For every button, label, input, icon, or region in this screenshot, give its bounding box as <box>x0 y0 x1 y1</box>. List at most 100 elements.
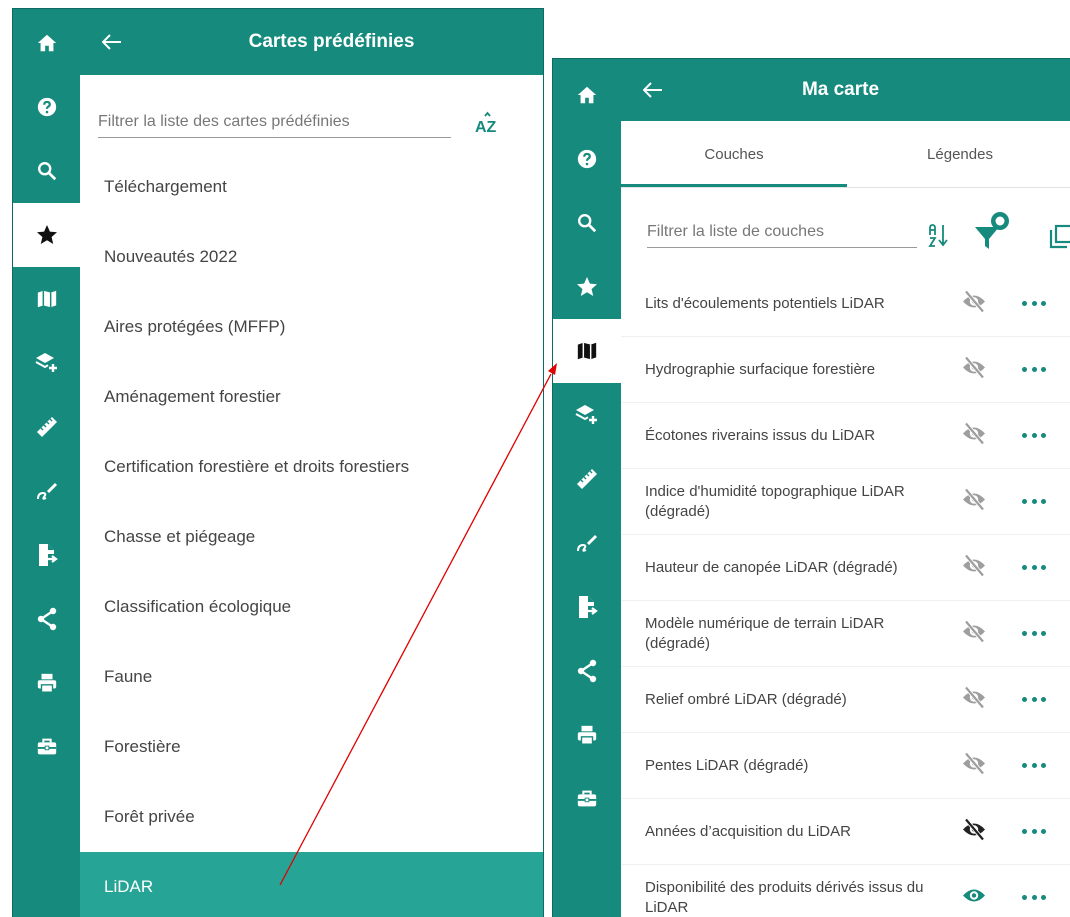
rail-button-share[interactable] <box>13 587 80 651</box>
list-item[interactable]: LiDAR <box>80 852 543 917</box>
more-options-icon[interactable] <box>1022 563 1046 573</box>
more-options-icon[interactable] <box>1022 497 1046 507</box>
rail-button-search[interactable] <box>13 139 80 203</box>
layer-name: Relief ombré LiDAR (dégradé) <box>645 690 847 708</box>
rail-button-map[interactable] <box>13 267 80 331</box>
home-icon <box>576 84 598 106</box>
rail-button-share[interactable] <box>553 639 621 703</box>
layers-copy-icon <box>1049 224 1070 249</box>
eye-slash-icon[interactable] <box>962 487 986 515</box>
rail-button-star[interactable] <box>553 255 621 319</box>
list-item[interactable]: Forestière <box>80 712 543 782</box>
side-toolbar <box>13 9 80 917</box>
list-item[interactable]: Téléchargement <box>80 152 543 222</box>
layer-row: Modèle numérique de terrain LiDAR (dégra… <box>621 601 1070 667</box>
rail-button-print[interactable] <box>13 651 80 715</box>
layer-name: Pentes LiDAR (dégradé) <box>645 756 809 774</box>
eye-slash-icon[interactable] <box>962 751 986 779</box>
list-item[interactable]: Faune <box>80 642 543 712</box>
list-item[interactable]: Classification écologique <box>80 572 543 642</box>
list-item-label: Aires protégées (MFFP) <box>104 317 286 336</box>
layer-row: Lits d'écoulements potentiels LiDAR <box>621 271 1070 337</box>
more-options-icon[interactable] <box>1022 761 1046 771</box>
more-options-icon[interactable] <box>1022 299 1046 309</box>
more-options-icon[interactable] <box>1022 827 1046 837</box>
rail-button-print[interactable] <box>553 703 621 767</box>
list-item[interactable]: Certification forestière et droits fores… <box>80 432 543 502</box>
draw-icon <box>35 479 59 503</box>
rail-button-draw[interactable] <box>553 511 621 575</box>
filter-layers-input[interactable]: Filtrer la liste de couches <box>647 223 917 248</box>
more-options-icon[interactable] <box>1022 893 1046 903</box>
rail-button-help[interactable] <box>13 75 80 139</box>
sort-layers-button[interactable] <box>927 221 953 249</box>
layer-row: Indice d'humidité topographique LiDAR (d… <box>621 469 1070 535</box>
help-icon <box>576 148 598 170</box>
list-item[interactable]: Chasse et piégeage <box>80 502 543 572</box>
layer-name: Hauteur de canopée LiDAR (dégradé) <box>645 558 898 576</box>
rail-button-map[interactable] <box>553 319 621 383</box>
eye-slash-icon[interactable] <box>962 553 986 581</box>
eye-slash-icon[interactable] <box>962 817 986 845</box>
list-item-label: Aménagement forestier <box>104 387 281 406</box>
tab-legendes[interactable]: Légendes <box>847 121 1070 187</box>
layer-name: Hydrographie surfacique forestière <box>645 360 876 378</box>
list-item-label: Forestière <box>104 737 181 756</box>
rail-button-star[interactable] <box>13 203 80 267</box>
layer-name: Lits d'écoulements potentiels LiDAR <box>645 294 885 312</box>
rail-button-draw[interactable] <box>13 459 80 523</box>
filter-maps-input[interactable]: Filtrer la liste des cartes prédéfinies <box>98 113 451 138</box>
layer-row: Hydrographie surfacique forestière <box>621 337 1070 403</box>
ruler-icon <box>575 467 599 491</box>
more-options-icon[interactable] <box>1022 629 1046 639</box>
print-icon <box>36 672 58 694</box>
eye-slash-icon[interactable] <box>962 355 986 383</box>
sort-az-button[interactable]: AZ <box>474 109 504 139</box>
eye-slash-icon[interactable] <box>962 421 986 449</box>
rail-button-ruler[interactable] <box>553 447 621 511</box>
layer-row: Relief ombré LiDAR (dégradé) <box>621 667 1070 733</box>
rail-button-toolbox[interactable] <box>553 767 621 831</box>
rail-button-home[interactable] <box>13 11 80 75</box>
list-item[interactable]: Aires protégées (MFFP) <box>80 292 543 362</box>
share-icon <box>36 607 58 631</box>
arrow-left-icon <box>102 34 121 50</box>
list-item-label: Chasse et piégeage <box>104 527 256 546</box>
list-item-label: LiDAR <box>104 877 154 896</box>
export-file-icon <box>36 543 58 567</box>
more-options-icon[interactable] <box>1022 695 1046 705</box>
back-button[interactable] <box>102 9 122 75</box>
eye-slash-icon[interactable] <box>962 289 986 317</box>
layer-list: Lits d'écoulements potentiels LiDAR Hydro… <box>621 271 1070 917</box>
rail-button-add-layer[interactable] <box>553 383 621 447</box>
visible-layers-filter-button[interactable] <box>971 209 1011 251</box>
list-item-label: Certification forestière et droits fores… <box>104 457 410 476</box>
add-layer-icon <box>35 351 59 375</box>
more-options-icon[interactable] <box>1022 365 1046 375</box>
rail-button-toolbox[interactable] <box>13 715 80 779</box>
rail-button-home[interactable] <box>553 63 621 127</box>
eye-slash-icon[interactable] <box>962 685 986 713</box>
panel-header: Ma carte <box>621 59 1070 121</box>
rail-button-search[interactable] <box>553 191 621 255</box>
panel-title: Cartes prédéfinies <box>248 31 415 52</box>
add-layer-icon <box>575 403 599 427</box>
rail-button-help[interactable] <box>553 127 621 191</box>
eye-slash-icon[interactable] <box>962 619 986 647</box>
list-item[interactable]: Nouveautés 2022 <box>80 222 543 292</box>
rail-button-ruler[interactable] <box>13 395 80 459</box>
eye-icon[interactable] <box>962 886 986 909</box>
search-icon <box>576 212 598 234</box>
list-item[interactable]: Forêt privée <box>80 782 543 852</box>
rail-button-export-file[interactable] <box>13 523 80 587</box>
more-options-icon[interactable] <box>1022 431 1046 441</box>
list-item-label: Faune <box>104 667 153 686</box>
list-item[interactable]: Aménagement forestier <box>80 362 543 432</box>
layer-row: Années d’acquisition du LiDAR <box>621 799 1070 865</box>
rail-button-add-layer[interactable] <box>13 331 80 395</box>
filter-eye-icon <box>975 212 1009 249</box>
rail-button-export-file[interactable] <box>553 575 621 639</box>
panel-title: Ma carte <box>801 79 880 100</box>
collapse-layers-button[interactable] <box>1048 221 1070 251</box>
tab-couches[interactable]: Couches <box>621 121 847 187</box>
